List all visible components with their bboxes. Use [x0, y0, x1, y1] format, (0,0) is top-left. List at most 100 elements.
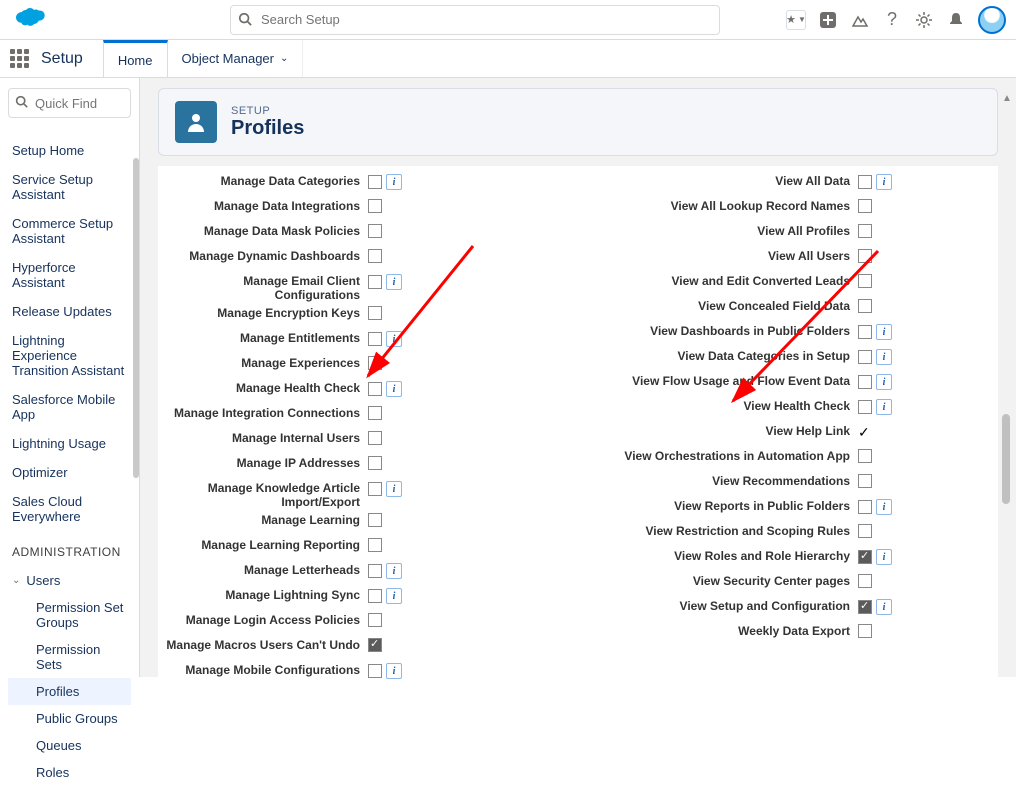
perm-controls: i [858, 599, 892, 615]
perm-checkbox[interactable] [368, 356, 382, 370]
perm-checkbox[interactable] [858, 500, 872, 514]
perm-checkbox[interactable] [858, 325, 872, 339]
avatar[interactable] [978, 6, 1006, 34]
sidebar-link-sales-cloud-everywhere[interactable]: Sales Cloud Everywhere [8, 487, 131, 531]
perm-checkbox[interactable] [858, 175, 872, 189]
perm-checkbox[interactable] [368, 513, 382, 527]
perm-checkbox[interactable] [858, 550, 872, 564]
perm-checkbox[interactable] [858, 375, 872, 389]
perm-label: Manage IP Addresses [158, 456, 368, 470]
trailhead-icon[interactable] [850, 10, 870, 30]
info-icon[interactable]: i [386, 588, 402, 604]
perm-checkbox[interactable] [858, 624, 872, 638]
perm-checkbox[interactable] [368, 382, 382, 396]
perm-checkbox[interactable] [858, 274, 872, 288]
sidebar-link-optimizer[interactable]: Optimizer [8, 458, 131, 487]
sidebar-link-release-updates[interactable]: Release Updates [8, 297, 131, 326]
sidebar-link-setup-home[interactable]: Setup Home [8, 136, 131, 165]
info-icon[interactable]: i [876, 324, 892, 340]
info-icon[interactable]: i [876, 549, 892, 565]
sidebar-link-lightning-experience-transition-assistant[interactable]: Lightning Experience Transition Assistan… [8, 326, 131, 385]
sidebar-scrollbar[interactable] [133, 158, 139, 478]
info-icon[interactable]: i [386, 563, 402, 579]
perm-checkbox[interactable] [858, 400, 872, 414]
sidebar-link-commerce-setup-assistant[interactable]: Commerce Setup Assistant [8, 209, 131, 253]
sidebar-item-profiles[interactable]: Profiles [8, 678, 131, 705]
perm-checkbox[interactable] [368, 306, 382, 320]
sidebar-link-service-setup-assistant[interactable]: Service Setup Assistant [8, 165, 131, 209]
perm-checkbox[interactable] [368, 613, 382, 627]
perm-label: View All Profiles [558, 224, 858, 238]
app-launcher-icon[interactable] [10, 49, 29, 68]
perm-checkbox[interactable] [368, 538, 382, 552]
perm-checkbox[interactable] [368, 199, 382, 213]
scroll-thumb[interactable] [1002, 414, 1010, 504]
info-icon[interactable]: i [876, 374, 892, 390]
perm-checkbox[interactable] [368, 275, 382, 289]
perm-checkbox[interactable] [858, 199, 872, 213]
perm-checkbox[interactable] [858, 424, 872, 438]
perm-checkbox[interactable] [858, 249, 872, 263]
perm-checkbox[interactable] [368, 175, 382, 189]
search-input[interactable] [230, 5, 720, 35]
perm-controls: i [368, 174, 402, 190]
sidebar-item-queues[interactable]: Queues [8, 732, 131, 759]
perm-checkbox[interactable] [368, 332, 382, 346]
scroll-up-icon[interactable]: ▲ [1002, 93, 1010, 104]
sidebar-item-permission-sets[interactable]: Permission Sets [8, 636, 131, 678]
perm-checkbox[interactable] [368, 589, 382, 603]
perm-checkbox[interactable] [368, 224, 382, 238]
add-button[interactable] [818, 10, 838, 30]
perm-checkbox[interactable] [368, 249, 382, 263]
perm-checkbox[interactable] [858, 449, 872, 463]
perm-checkbox[interactable] [858, 350, 872, 364]
perm-row: View Security Center pages [558, 572, 998, 597]
nav-tab-home[interactable]: Home [103, 40, 168, 77]
perm-row: Manage Internal Users [158, 429, 498, 454]
info-icon[interactable]: i [876, 599, 892, 615]
perm-checkbox[interactable] [368, 431, 382, 445]
perm-controls: i [368, 588, 402, 604]
sidebar-item-permission-set-groups[interactable]: Permission Set Groups [8, 594, 131, 636]
perm-checkbox[interactable] [858, 524, 872, 538]
content-scrollbar[interactable]: ▲ [1002, 93, 1010, 662]
info-icon[interactable]: i [386, 331, 402, 347]
sidebar-link-hyperforce-assistant[interactable]: Hyperforce Assistant [8, 253, 131, 297]
perm-checkbox[interactable] [368, 482, 382, 496]
perm-controls [858, 199, 872, 213]
perm-label: Manage Integration Connections [158, 406, 368, 420]
sidebar-item-public-groups[interactable]: Public Groups [8, 705, 131, 732]
info-icon[interactable]: i [876, 349, 892, 365]
info-icon[interactable]: i [386, 481, 402, 497]
perm-checkbox[interactable] [858, 299, 872, 313]
info-icon[interactable]: i [876, 499, 892, 515]
info-icon[interactable]: i [386, 174, 402, 190]
perm-label: View Health Check [558, 399, 858, 413]
gear-icon[interactable] [914, 10, 934, 30]
sidebar-item-roles[interactable]: Roles [8, 759, 131, 786]
perm-checkbox[interactable] [368, 638, 382, 652]
sidebar-link-lightning-usage[interactable]: Lightning Usage [8, 429, 131, 458]
info-icon[interactable]: i [876, 174, 892, 190]
perm-checkbox[interactable] [858, 574, 872, 588]
perm-checkbox[interactable] [368, 406, 382, 420]
perm-checkbox[interactable] [368, 456, 382, 470]
sidebar-group-users[interactable]: ⌄ Users [8, 567, 131, 594]
perm-label: View and Edit Converted Leads [558, 274, 858, 288]
perm-checkbox[interactable] [858, 474, 872, 488]
perm-controls [858, 574, 872, 588]
perm-row: View Dashboards in Public Foldersi [558, 322, 998, 347]
bell-icon[interactable] [946, 10, 966, 30]
perm-checkbox[interactable] [858, 600, 872, 614]
favorites-button[interactable]: ★▼ [786, 10, 806, 30]
info-icon[interactable]: i [876, 399, 892, 415]
perm-checkbox[interactable] [858, 224, 872, 238]
perm-checkbox[interactable] [368, 664, 382, 678]
help-icon[interactable]: ? [882, 10, 902, 30]
nav-tab-object-manager[interactable]: Object Manager⌄ [168, 40, 304, 77]
perm-row: Manage Health Checki [158, 379, 498, 404]
info-icon[interactable]: i [386, 274, 402, 290]
info-icon[interactable]: i [386, 381, 402, 397]
sidebar-link-salesforce-mobile-app[interactable]: Salesforce Mobile App [8, 385, 131, 429]
perm-checkbox[interactable] [368, 564, 382, 578]
